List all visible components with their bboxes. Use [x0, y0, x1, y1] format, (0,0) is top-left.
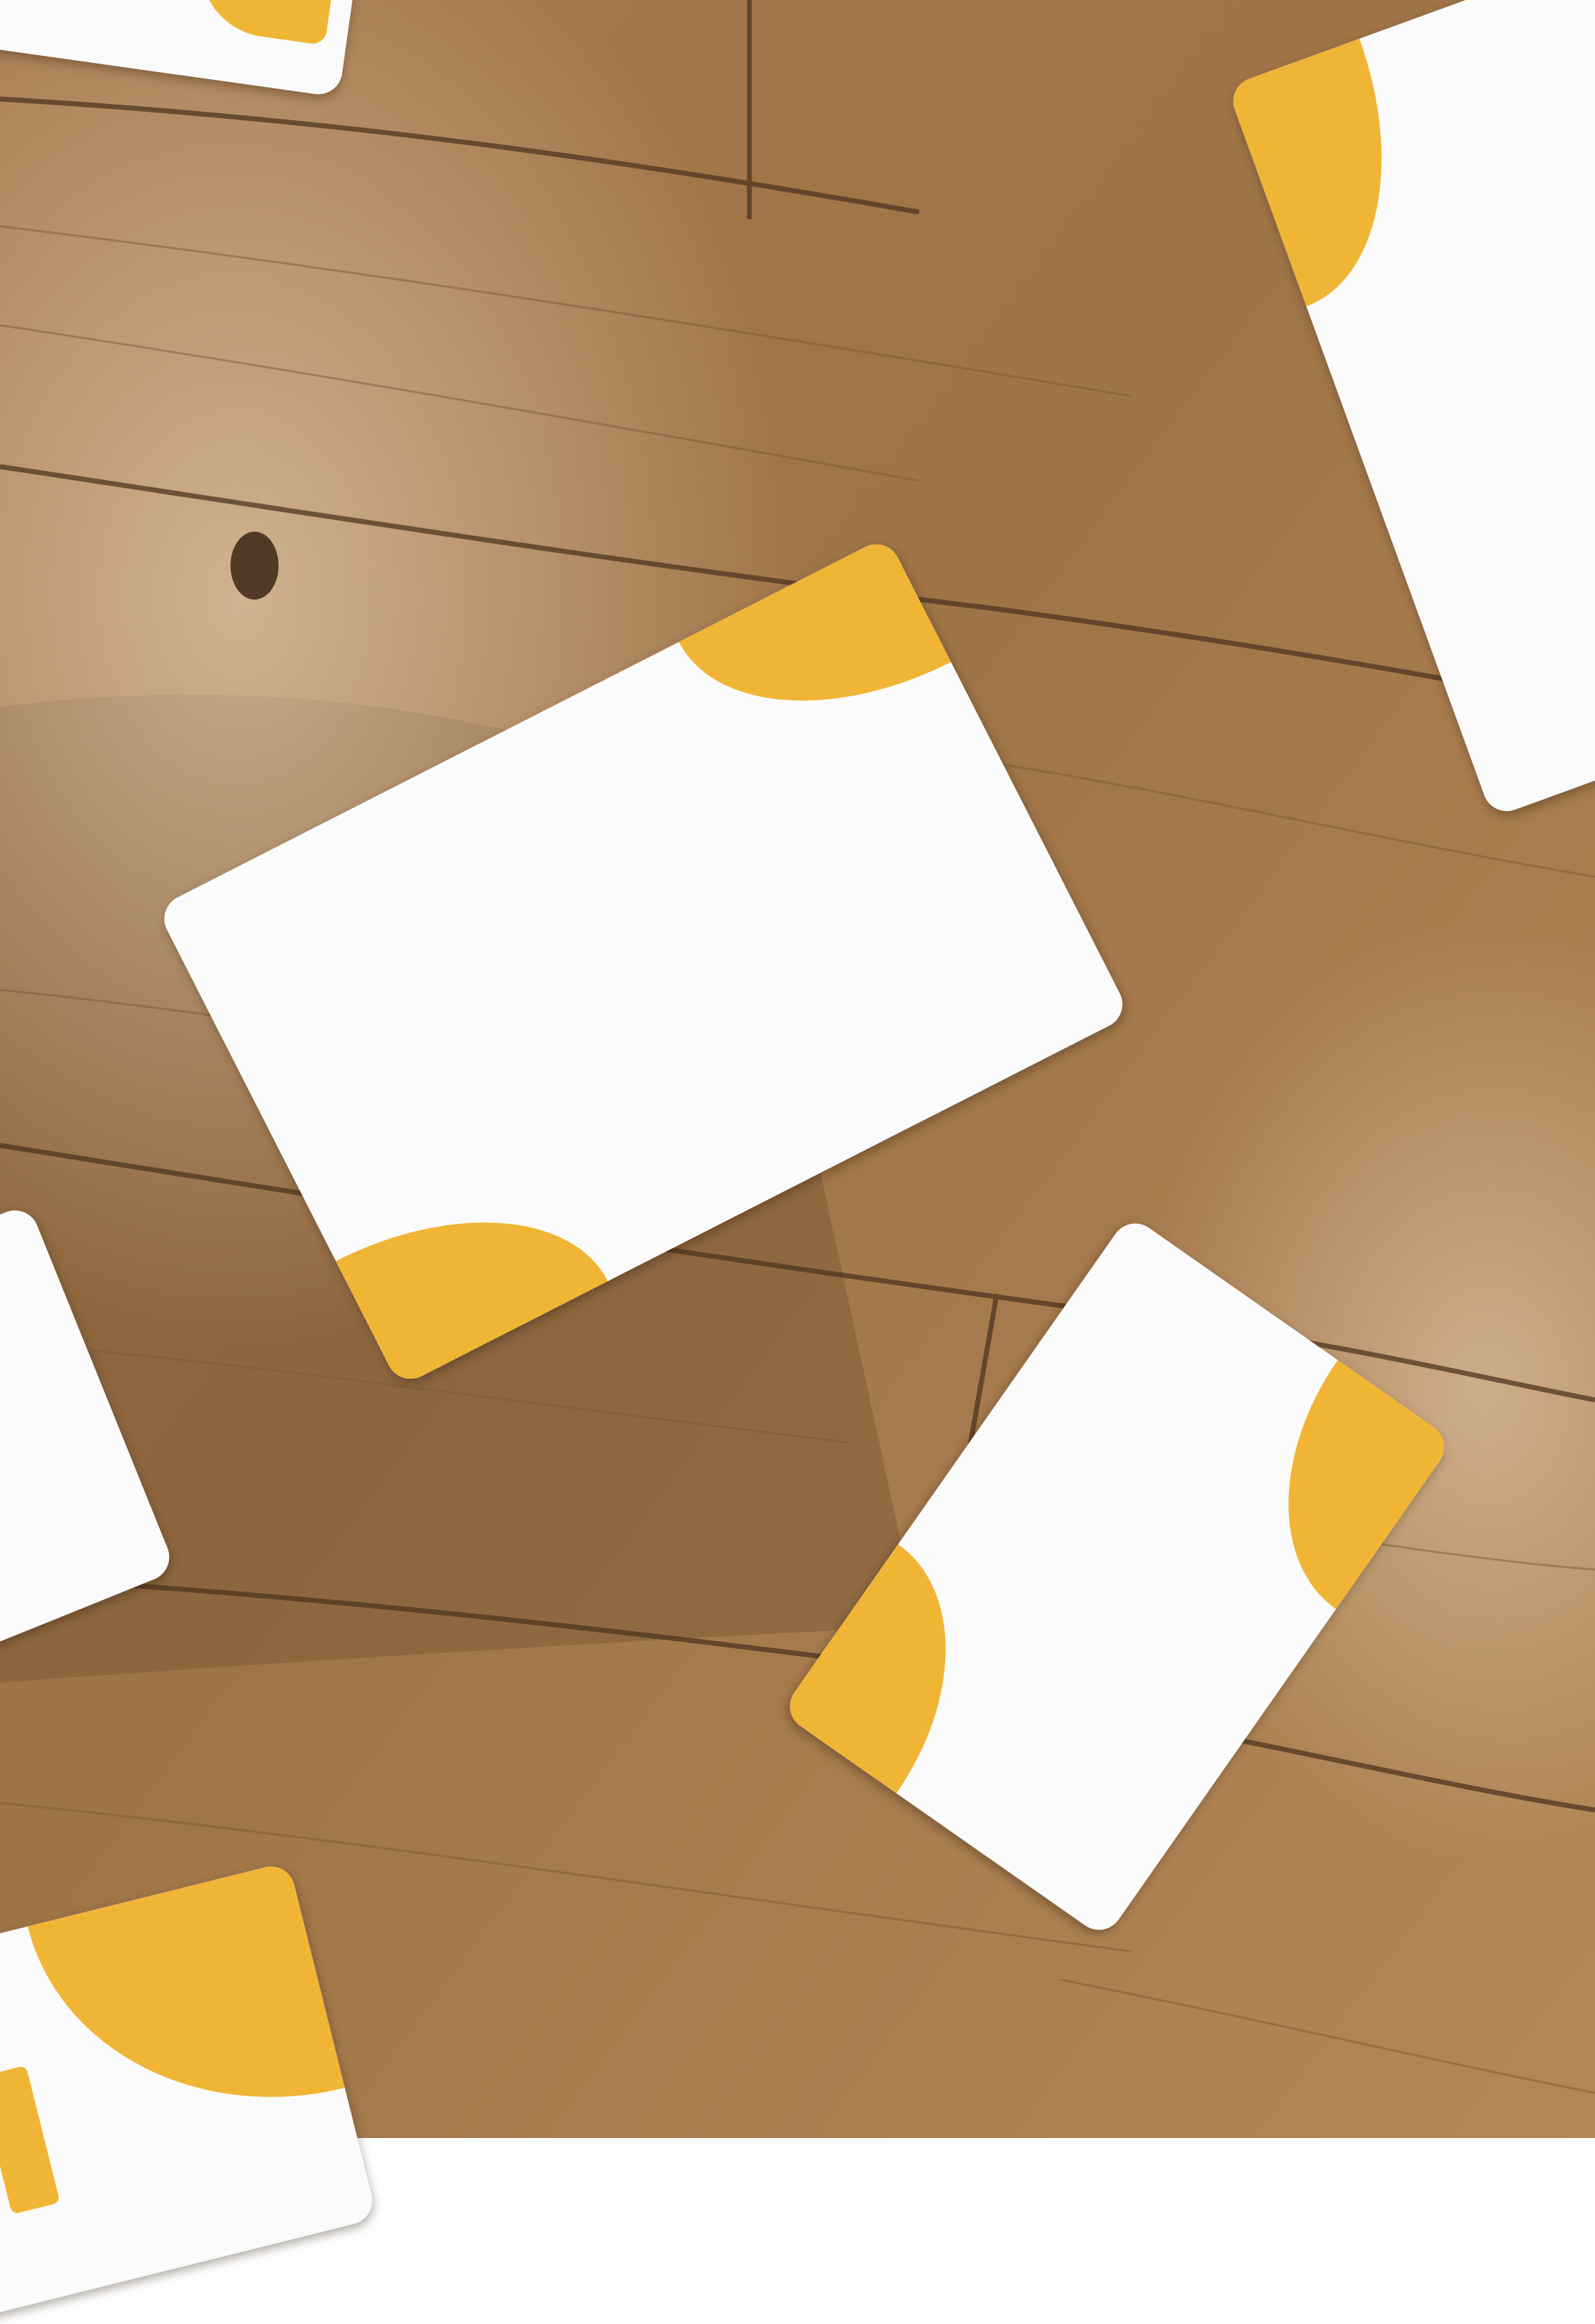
card-corner-accent: [192, 0, 340, 46]
card-eight-tr-center-number: [1498, 48, 1595, 340]
card-five-center-number: [506, 691, 634, 942]
card-eight-center-number: [1121, 1339, 1283, 1571]
card-ten-center-number-partial: [0, 2065, 61, 2215]
